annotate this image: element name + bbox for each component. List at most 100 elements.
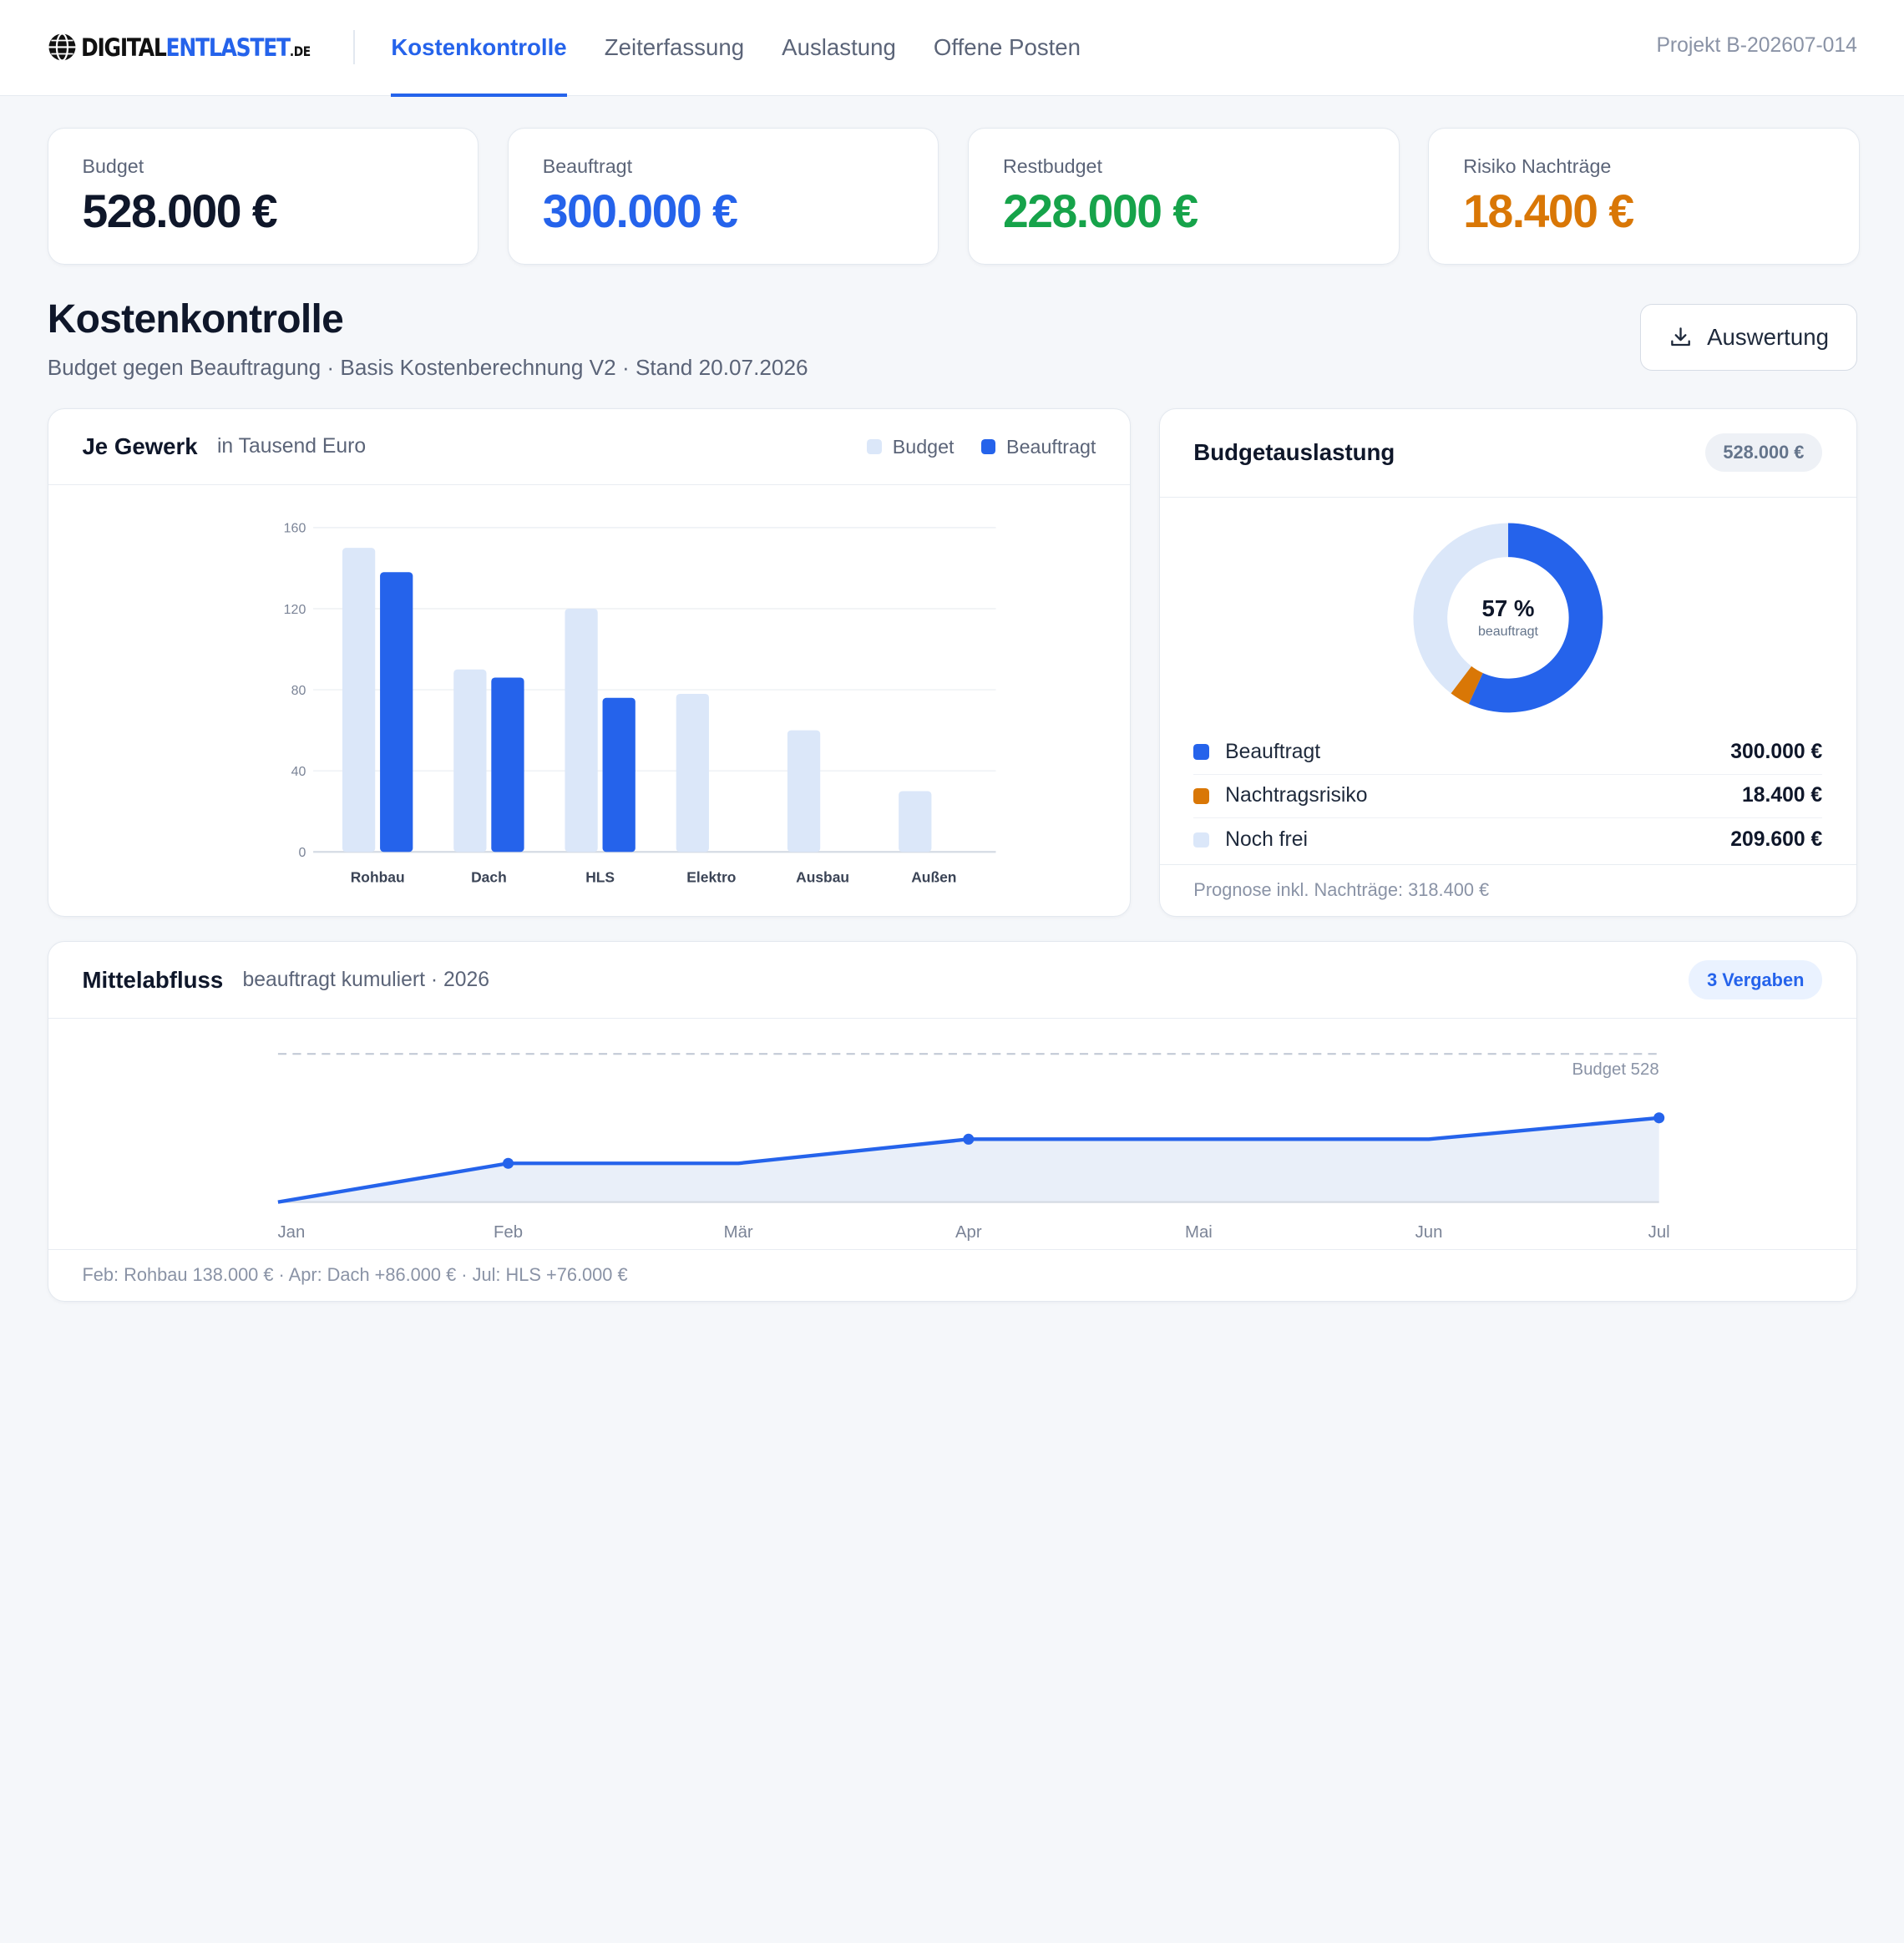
brand-part-2: ENTLASTET <box>165 33 291 62</box>
top-navigation-bar: DIGITALENTLASTET.DE Kostenkontrolle Zeit… <box>0 0 1904 98</box>
x-tick-label: HLS <box>585 869 615 886</box>
legend-swatch-budget <box>867 439 882 454</box>
kpi-label: Risiko Nachträge <box>1463 154 1612 177</box>
y-tick-label: 160 <box>283 522 306 536</box>
card-header: Budgetauslastung 528.000 € <box>1159 409 1856 498</box>
x-tick-label: Elektro <box>686 869 736 886</box>
donut-percentage: 57 % <box>1481 595 1535 622</box>
item-amount: 209.600 € <box>1730 828 1823 852</box>
swatch-nachtragsrisiko <box>1193 787 1210 804</box>
kpi-value: 228.000 € <box>1002 185 1198 238</box>
bar-budget <box>453 670 487 853</box>
bar-beauftragt <box>491 677 524 853</box>
y-tick-label: 120 <box>283 603 306 617</box>
item-label: Nachtragsrisiko <box>1225 784 1368 807</box>
x-tick-label: Außen <box>911 869 956 886</box>
area-chart: Budget 528 Jan Feb Mär Apr Mai Jun Jul <box>277 1052 1669 1242</box>
budget-total-pill: 528.000 € <box>1704 433 1823 473</box>
bar-budget <box>565 609 598 853</box>
page-subtitle: Budget gegen Beauftragung · Basis Kosten… <box>47 354 808 380</box>
kpi-value: 300.000 € <box>542 185 738 238</box>
x-tick-label: Jul <box>1648 1223 1669 1242</box>
legend-label: Beauftragt <box>1006 435 1096 458</box>
data-point <box>502 1157 514 1169</box>
brand-part-1: DIGITAL <box>81 33 167 62</box>
bar-beauftragt <box>379 572 413 853</box>
tab-zeiterfassung[interactable]: Zeiterfassung <box>605 0 744 96</box>
forecast-note: Prognose inkl. Nachträge: 318.400 € <box>1159 863 1856 917</box>
card-header: Je Gewerk in Tausend Euro Budget Beauftr… <box>48 409 1131 486</box>
kpi-card-budget: Budget 528.000 € <box>47 127 479 266</box>
x-tick-label: Ausbau <box>796 869 849 886</box>
data-point <box>962 1133 975 1145</box>
kpi-card-beauftragt: Beauftragt 300.000 € <box>507 127 939 266</box>
globe-icon <box>48 33 76 63</box>
x-tick-label: Apr <box>955 1223 982 1242</box>
legend-swatch-beauftragt <box>980 439 995 454</box>
legend-item-budget[interactable]: Budget <box>867 435 955 458</box>
x-tick-label: Feb <box>494 1223 523 1242</box>
item-amount: 300.000 € <box>1730 740 1823 763</box>
x-tick-label: Rohbau <box>350 869 404 886</box>
card-title: Mittelabfluss <box>82 966 224 993</box>
bar-budget <box>676 694 709 853</box>
kpi-value: 528.000 € <box>82 185 277 238</box>
kpi-value: 18.400 € <box>1463 185 1634 238</box>
swatch-beauftragt <box>1193 744 1210 761</box>
card-budgetauslastung: Budgetauslastung 528.000 € 57 % beauftra… <box>1158 407 1857 918</box>
project-id: Projekt B-202607-014 <box>1656 33 1857 57</box>
legend-label: Budget <box>892 435 955 458</box>
x-tick-label: Mai <box>1185 1223 1213 1242</box>
nav-divider <box>353 30 355 65</box>
y-tick-label: 80 <box>291 684 306 698</box>
page-title: Kostenkontrolle <box>47 296 344 342</box>
kpi-card-risiko: Risiko Nachträge 18.400 € <box>1428 127 1860 266</box>
bar-budget <box>787 730 820 853</box>
bar-budget <box>342 548 375 853</box>
bar-chart: 0 40 80 120 160 Rohbau Dach HLS Elektro Ausbau Auß… <box>283 522 996 886</box>
budget-reference-label: Budget 528 <box>1572 1060 1658 1079</box>
vergaben-badge[interactable]: 3 Vergaben <box>1689 960 1823 999</box>
kpi-row: Budget 528.000 € Beauftragt 300.000 € Re… <box>47 127 1860 266</box>
data-point <box>1653 1112 1664 1124</box>
tab-auslastung[interactable]: Auslastung <box>782 0 896 96</box>
area-fill <box>277 1117 1659 1202</box>
export-button[interactable]: Auswertung <box>1639 303 1857 371</box>
kpi-label: Restbudget <box>1002 154 1102 177</box>
chart-legend: Budget Beauftragt <box>867 436 1096 458</box>
card-je-gewerk: Je Gewerk in Tausend Euro Budget Beauftr… <box>47 407 1132 918</box>
x-tick-label: Jun <box>1415 1223 1442 1242</box>
kpi-label: Beauftragt <box>542 154 633 177</box>
donut-caption: beauftragt <box>1478 625 1538 640</box>
brand-wordmark: DIGITALENTLASTET.DE <box>81 33 311 62</box>
card-mittelabfluss: Mittelabfluss beauftragt kumuliert · 202… <box>47 941 1857 1303</box>
donut-chart: 57 % beauftragt <box>1412 522 1604 714</box>
donut-legend-list: Beauftragt 300.000 € Nachtragsrisiko 18.… <box>1193 731 1823 862</box>
bar-beauftragt <box>602 698 636 853</box>
main-tabs: Kostenkontrolle Zeiterfassung Auslastung… <box>391 0 1081 98</box>
item-label: Beauftragt <box>1225 740 1321 763</box>
list-item: Noch frei 209.600 € <box>1193 818 1822 862</box>
flow-footnote: Feb: Rohbau 138.000 € · Apr: Dach +86.00… <box>48 1248 1856 1302</box>
tab-kostenkontrolle[interactable]: Kostenkontrolle <box>391 0 567 98</box>
tab-offene-posten[interactable]: Offene Posten <box>934 0 1081 96</box>
page: DIGITALENTLASTET.DE Kostenkontrolle Zeit… <box>0 0 1904 1336</box>
brand-logo[interactable]: DIGITALENTLASTET.DE <box>48 33 348 63</box>
kpi-label: Budget <box>82 154 144 177</box>
item-amount: 18.400 € <box>1741 784 1823 807</box>
card-header: Mittelabfluss beauftragt kumuliert · 202… <box>48 942 1856 1019</box>
swatch-noch-frei <box>1193 832 1210 848</box>
legend-item-beauftragt[interactable]: Beauftragt <box>980 435 1096 458</box>
x-tick-label: Dach <box>471 869 507 886</box>
card-hint: beauftragt kumuliert · 2026 <box>242 968 489 991</box>
card-title: Budgetauslastung <box>1193 439 1395 466</box>
export-label: Auswertung <box>1707 323 1829 350</box>
card-title: Je Gewerk <box>82 433 198 460</box>
list-item: Beauftragt 300.000 € <box>1193 731 1823 775</box>
item-label: Noch frei <box>1225 828 1309 852</box>
bar-budget <box>898 791 932 853</box>
brand-tld: .DE <box>290 43 311 59</box>
list-item: Nachtragsrisiko 18.400 € <box>1193 775 1823 818</box>
x-tick-label: Jan <box>277 1223 305 1242</box>
x-tick-label: Mär <box>723 1223 752 1242</box>
